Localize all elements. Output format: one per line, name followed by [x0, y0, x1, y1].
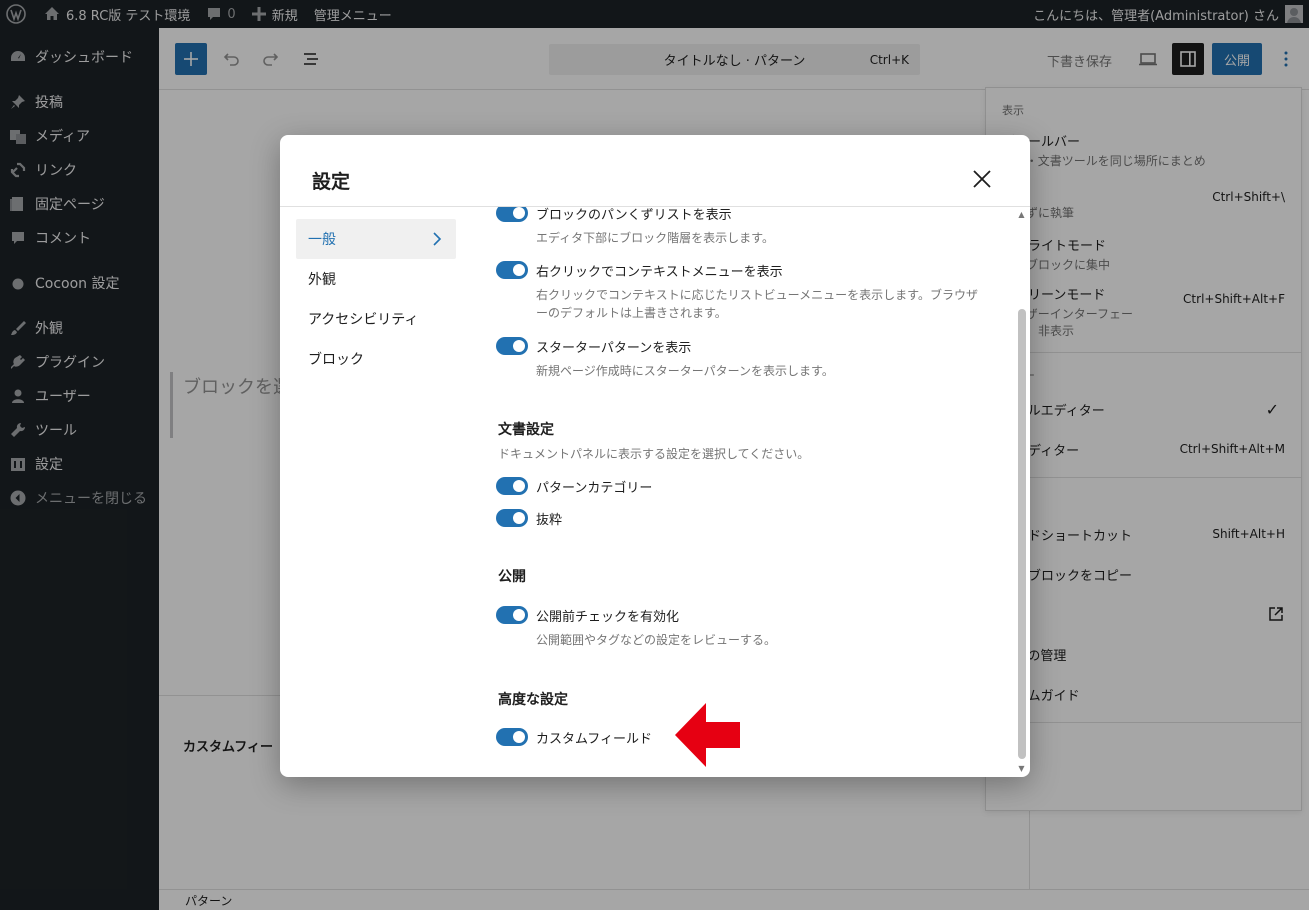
toggle-context-menu[interactable]: [496, 261, 528, 279]
scrollbar-thumb[interactable]: [1018, 309, 1026, 759]
close-button[interactable]: [966, 163, 998, 195]
option-pattern-category: パターンカテゴリー: [496, 476, 996, 496]
tab-label: ブロック: [308, 352, 364, 368]
red-arrow-icon: [675, 703, 740, 767]
toggle-pattern-category[interactable]: [496, 477, 528, 495]
tab-label: 一般: [308, 232, 336, 248]
modal-title: 設定: [312, 171, 351, 193]
modal-header: 設定: [280, 135, 1030, 207]
section-title-document: 文書設定: [498, 422, 554, 438]
option-help: 公開範囲やタグなどの設定をレビューする。: [536, 633, 777, 647]
option-label: 抜粋: [536, 512, 563, 528]
section-title-advanced: 高度な設定: [498, 692, 568, 708]
close-icon: [973, 170, 991, 188]
option-starter-patterns: スターターパターンを表示 新規ページ作成時にスターターパターンを表示します。: [496, 336, 996, 380]
toggle-starter-patterns[interactable]: [496, 337, 528, 355]
scroll-up-icon[interactable]: ▲: [1017, 211, 1026, 219]
tab-general[interactable]: 一般: [296, 219, 456, 259]
option-label: 公開前チェックを有効化: [536, 609, 680, 625]
scrollbar[interactable]: ▲ ▼: [1017, 211, 1026, 773]
tab-appearance[interactable]: 外観: [296, 259, 456, 299]
chevron-right-icon: [433, 232, 442, 246]
option-label: スターターパターンを表示: [536, 340, 692, 356]
tab-label: 外観: [308, 272, 336, 288]
option-label: パターンカテゴリー: [536, 480, 653, 496]
option-help: エディタ下部にブロック階層を表示します。: [536, 231, 774, 245]
section-desc-document: ドキュメントパネルに表示する設定を選択してください。: [498, 447, 810, 461]
option-label: カスタムフィールド: [536, 731, 652, 747]
option-label: ブロックのパンくずリストを表示: [536, 207, 732, 223]
tab-label: アクセシビリティ: [308, 312, 419, 328]
toggle-excerpt[interactable]: [496, 509, 528, 527]
section-title-publish: 公開: [498, 569, 526, 585]
option-prepublish: 公開前チェックを有効化 公開範囲やタグなどの設定をレビューする。: [496, 605, 996, 649]
option-breadcrumbs: ブロックのパンくずリストを表示 エディタ下部にブロック階層を表示します。: [496, 207, 996, 247]
option-context-menu: 右クリックでコンテキストメニューを表示 右クリックでコンテキストに応じたリストビ…: [496, 260, 996, 322]
preferences-modal: 設定 一般 外観 アクセシビリティ ブロック ブロックのパンくずリストを表示 エ…: [280, 135, 1030, 777]
modal-tabs: 一般 外観 アクセシビリティ ブロック: [296, 219, 456, 379]
option-help: 新規ページ作成時にスターターパターンを表示します。: [536, 364, 834, 378]
toggle-custom-fields[interactable]: [496, 728, 528, 746]
tab-blocks[interactable]: ブロック: [296, 339, 456, 379]
toggle-breadcrumbs[interactable]: [496, 207, 528, 222]
option-help: 右クリックでコンテキストに応じたリストビューメニューを表示します。ブラウザーのデ…: [536, 288, 978, 320]
modal-content[interactable]: ブロックのパンくずリストを表示 エディタ下部にブロック階層を表示します。 右クリ…: [496, 207, 1006, 777]
option-custom-fields: カスタムフィールド: [496, 727, 996, 747]
option-excerpt: 抜粋: [496, 508, 996, 528]
option-label: 右クリックでコンテキストメニューを表示: [536, 264, 783, 280]
scroll-down-icon[interactable]: ▼: [1017, 765, 1026, 773]
tab-accessibility[interactable]: アクセシビリティ: [296, 299, 456, 339]
toggle-prepublish[interactable]: [496, 606, 528, 624]
